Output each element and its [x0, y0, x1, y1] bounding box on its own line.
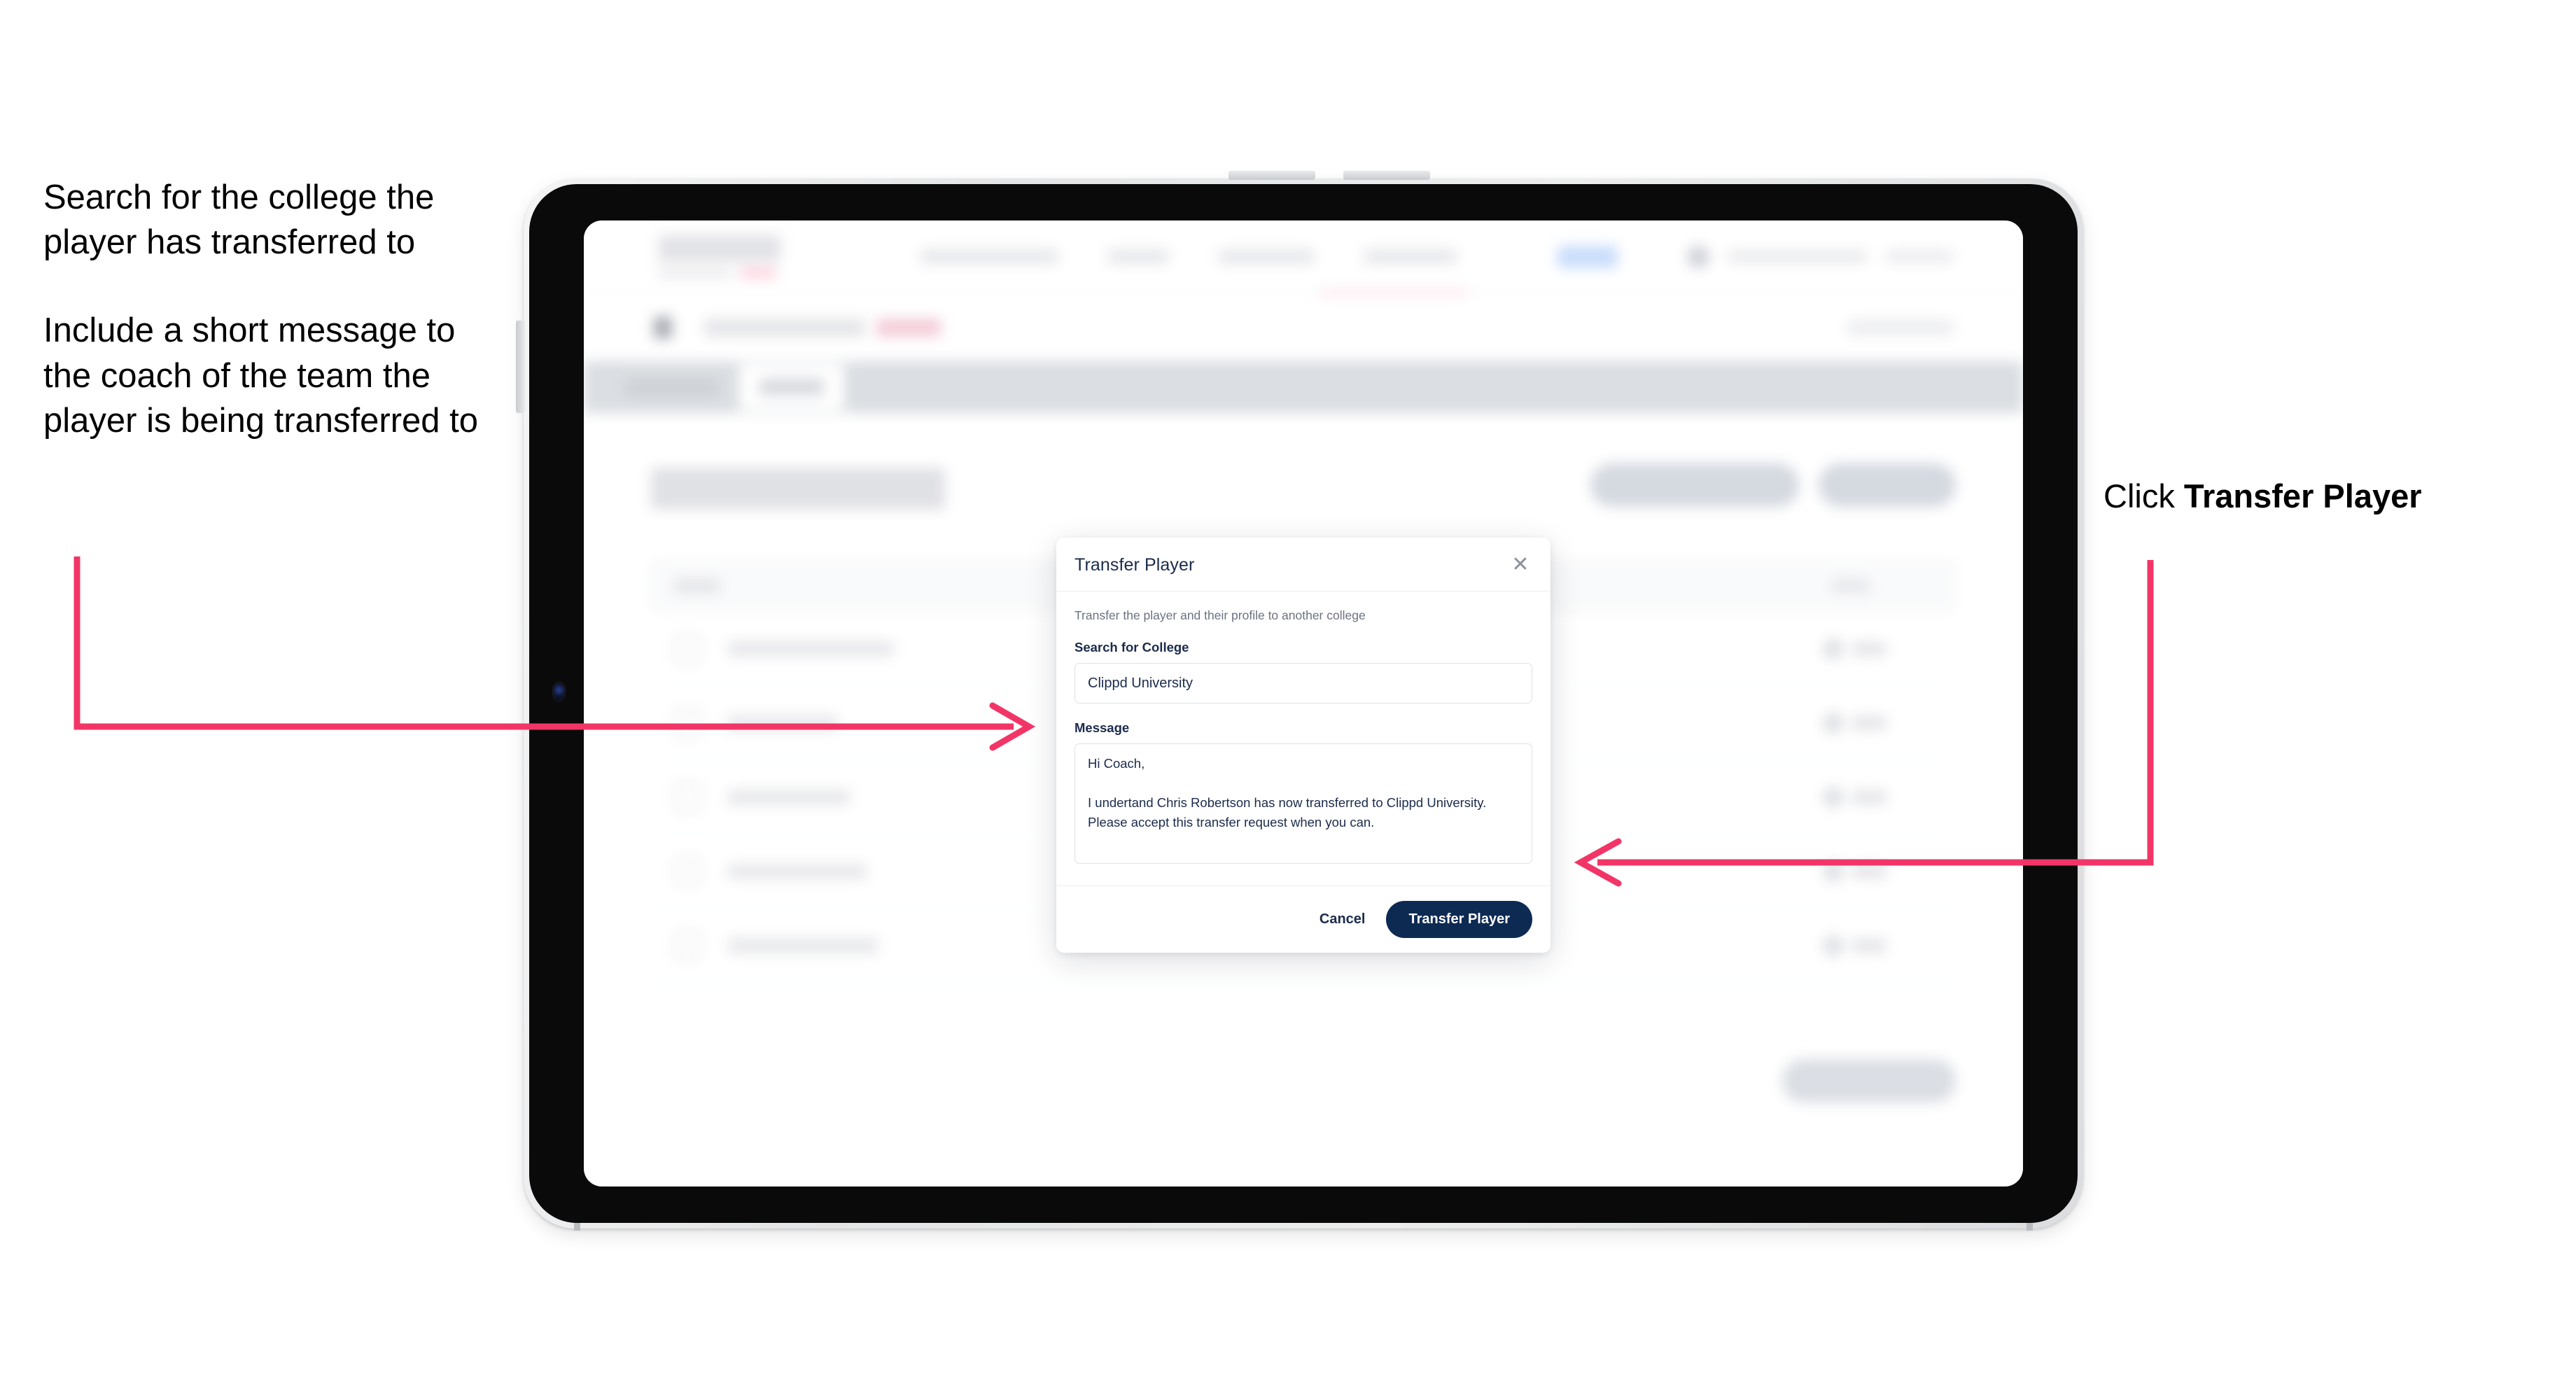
- modal-footer: Cancel Transfer Player: [1056, 886, 1550, 953]
- message-textarea[interactable]: [1074, 743, 1532, 864]
- tablet-device-frame: Transfer Player ✕ Transfer the player an…: [516, 171, 2083, 1231]
- cancel-button[interactable]: Cancel: [1317, 907, 1368, 932]
- modal-description: Transfer the player and their profile to…: [1074, 608, 1366, 622]
- search-college-label: Search for College: [1074, 640, 1189, 654]
- transfer-player-modal: Transfer Player ✕ Transfer the player an…: [1056, 538, 1550, 953]
- annotation-left-line-1: Search for the college the player has tr…: [43, 178, 435, 262]
- message-label: Message: [1074, 720, 1130, 735]
- volume-down-button[interactable]: [1343, 171, 1430, 180]
- modal-title: Transfer Player: [1074, 554, 1195, 575]
- tablet-bezel: Transfer Player ✕ Transfer the player an…: [529, 184, 2078, 1223]
- modal-body: Transfer the player and their profile to…: [1056, 592, 1550, 886]
- transfer-player-button[interactable]: Transfer Player: [1386, 901, 1532, 938]
- volume-up-button[interactable]: [1228, 171, 1315, 180]
- front-camera-icon: [553, 682, 565, 701]
- annotation-left: Search for the college the player has tr…: [43, 175, 491, 443]
- power-button[interactable]: [516, 321, 525, 413]
- annotation-right-prefix: Click: [2104, 477, 2184, 514]
- annotation-right-bold: Transfer Player: [2183, 477, 2422, 514]
- annotation-left-line-2: Include a short message to the coach of …: [43, 312, 478, 440]
- search-college-input[interactable]: [1074, 663, 1532, 704]
- close-icon[interactable]: ✕: [1508, 553, 1532, 577]
- screenshot-stage: Search for the college the player has tr…: [0, 0, 2576, 1386]
- tablet-screen: Transfer Player ✕ Transfer the player an…: [584, 220, 2023, 1186]
- modal-header: Transfer Player ✕: [1056, 538, 1550, 592]
- annotation-right: Click Transfer Player: [2104, 476, 2422, 517]
